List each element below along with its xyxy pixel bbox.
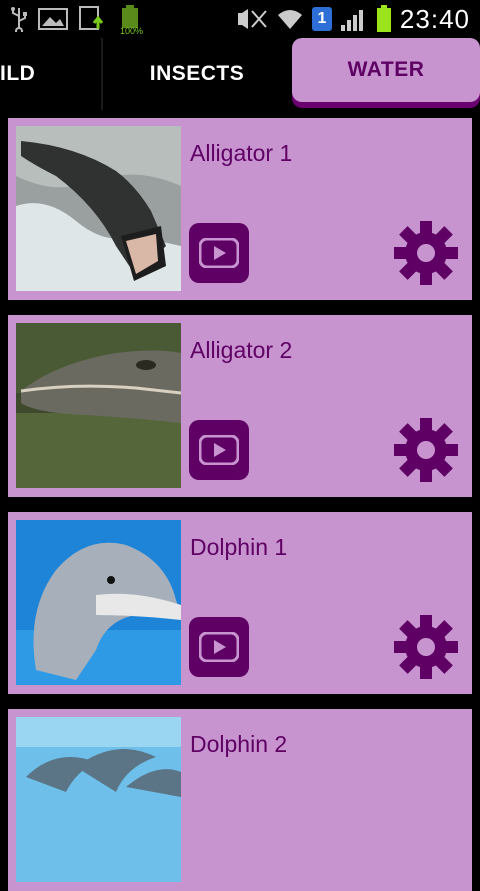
play-button[interactable] — [189, 420, 249, 480]
list-item[interactable]: Dolphin 2 — [8, 709, 472, 891]
settings-button[interactable] — [394, 418, 458, 482]
card-title: Alligator 2 — [190, 337, 293, 363]
sim-badge-icon: 1 — [311, 7, 332, 31]
play-icon — [199, 238, 239, 268]
card-title: Alligator 1 — [190, 140, 293, 166]
tab-insects[interactable]: INSECTS — [104, 38, 290, 110]
usb-icon — [10, 6, 28, 32]
mute-icon — [236, 7, 268, 31]
play-icon — [199, 632, 239, 662]
gear-icon — [394, 418, 458, 482]
tab-label: ILD — [0, 62, 36, 85]
animal-list[interactable]: Alligator 1 Alligator 2 Dolphin 1 Dolphi… — [0, 110, 480, 891]
tab-label: INSECTS — [149, 62, 245, 85]
card-title: Dolphin 2 — [190, 731, 288, 757]
upload-icon — [78, 5, 108, 33]
play-button[interactable] — [189, 617, 249, 677]
wifi-icon — [276, 7, 304, 31]
battery-percent-label: 100% — [120, 26, 144, 36]
status-bar: 100% 1 23:40 — [0, 0, 480, 38]
tab-divider — [101, 38, 103, 110]
battery-icon — [376, 5, 392, 33]
signal-icon — [340, 7, 368, 31]
card-title: Dolphin 1 — [190, 534, 288, 560]
tab-bar: ILD INSECTS WATER — [0, 38, 480, 110]
tab-wild[interactable]: ILD — [0, 38, 100, 110]
tab-water[interactable]: WATER — [292, 38, 480, 102]
alligator-photo — [16, 323, 181, 488]
dolphin-photo — [16, 520, 181, 685]
gear-icon — [394, 221, 458, 285]
gallery-icon — [38, 6, 68, 32]
alligator-photo — [16, 126, 181, 291]
list-item[interactable]: Alligator 2 — [8, 315, 472, 497]
play-button[interactable] — [189, 223, 249, 283]
list-item[interactable]: Dolphin 1 — [8, 512, 472, 694]
tab-label: WATER — [347, 58, 425, 81]
list-item[interactable]: Alligator 1 — [8, 118, 472, 300]
settings-button[interactable] — [394, 221, 458, 285]
clock: 23:40 — [399, 3, 470, 34]
settings-button[interactable] — [394, 615, 458, 679]
gear-icon — [394, 615, 458, 679]
play-icon — [199, 435, 239, 465]
